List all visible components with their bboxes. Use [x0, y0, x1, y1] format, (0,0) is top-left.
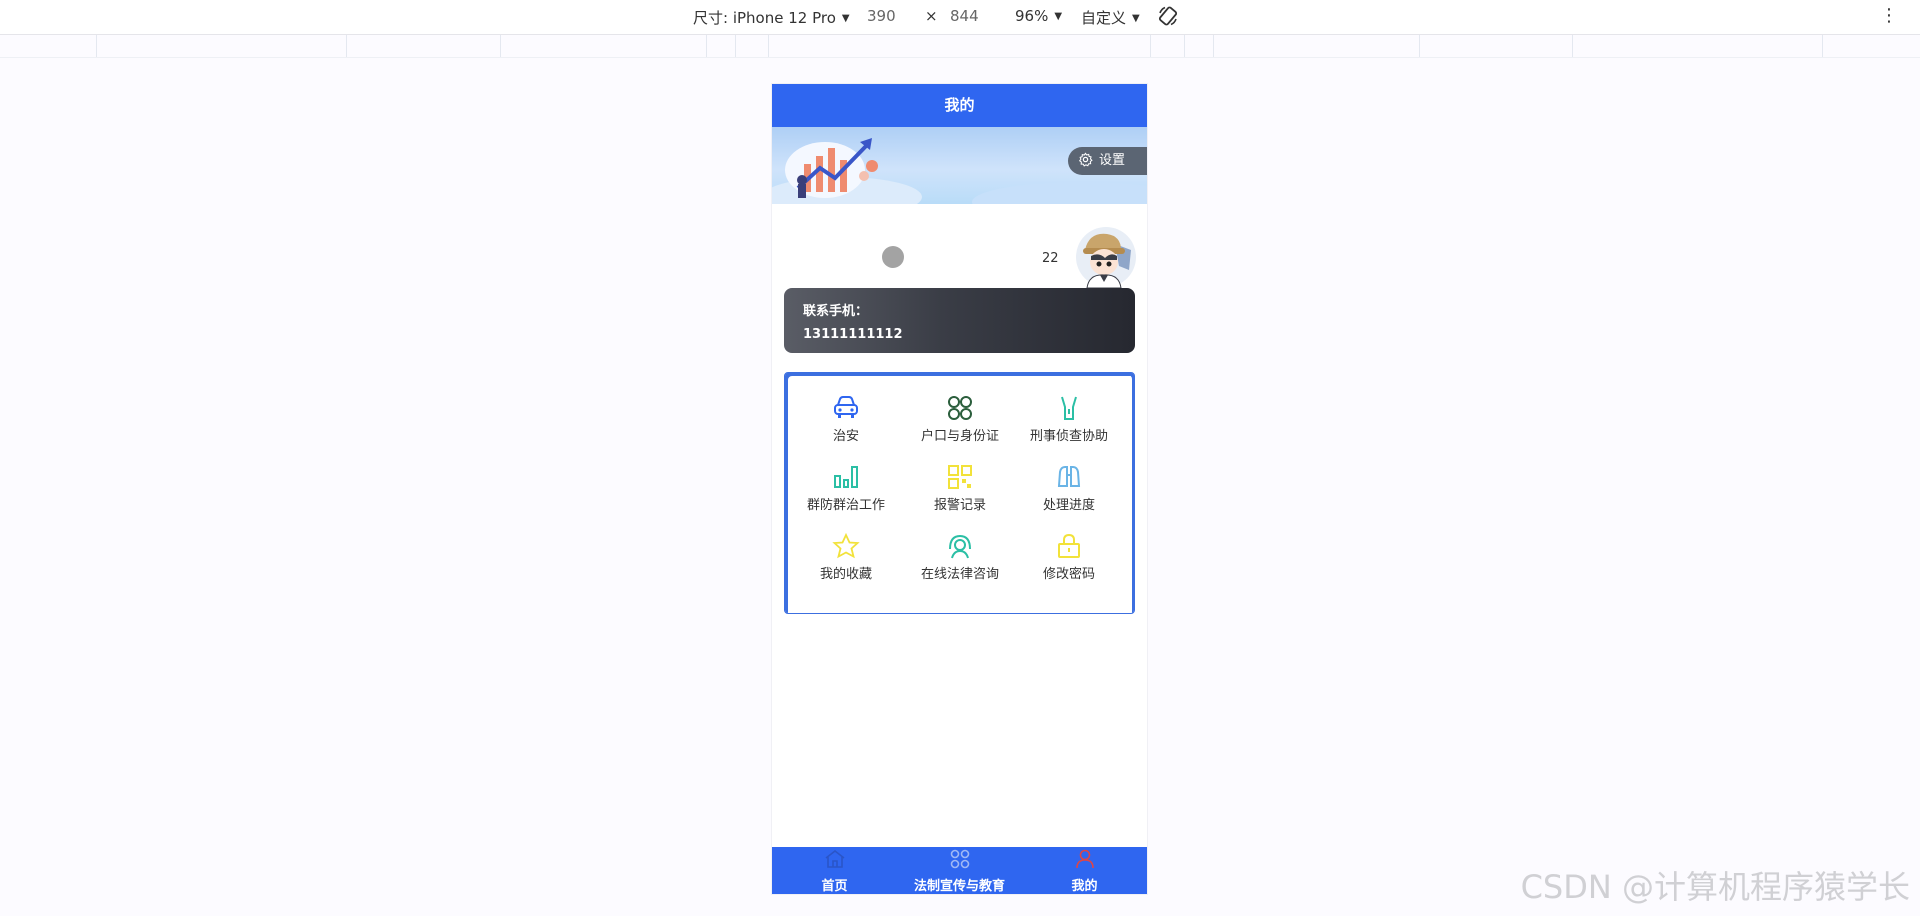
settings-button[interactable]: 设置	[1068, 147, 1147, 175]
service-grid: 治安 户口与身份证 刑事侦查协助 群防群治工作 报警记录 处理进度 我的收藏 在…	[784, 372, 1135, 614]
tab-label: 法制宣传与教育	[913, 879, 1005, 894]
device-dimensions-select[interactable]: 尺寸: iPhone 12 Pro ▼	[693, 7, 850, 28]
width-input[interactable]: 390	[867, 7, 896, 25]
tab-legal-education[interactable]: 法制宣传与教育	[897, 849, 1022, 894]
grid-item-alarm-records[interactable]: 报警记录	[905, 464, 1015, 524]
command-icon	[950, 849, 969, 869]
throttle-select[interactable]: 自定义 ▼	[1081, 7, 1140, 28]
grid-item-change-password[interactable]: 修改密码	[1014, 533, 1124, 593]
grid-item-community-watch[interactable]: 群防群治工作	[791, 464, 901, 524]
gender-indicator	[882, 246, 904, 268]
flashlight-icon	[1061, 396, 1077, 420]
grid-item-label: 我的收藏	[819, 567, 872, 582]
grid-item-favorites[interactable]: 我的收藏	[791, 533, 901, 593]
headset-icon	[949, 534, 971, 559]
more-menu-icon[interactable]: ⋮	[1880, 5, 1898, 26]
four-circles-icon	[948, 396, 972, 420]
tab-mine[interactable]: 我的	[1022, 849, 1147, 894]
grid-item-label: 在线法律咨询	[920, 567, 999, 582]
chevron-down-icon: ▼	[1132, 13, 1140, 24]
chevron-down-icon: ▼	[841, 13, 850, 24]
grid-item-label: 刑事侦查协助	[1029, 429, 1108, 444]
grid-item-progress[interactable]: 处理进度	[1014, 464, 1124, 524]
grid-item-label: 群防群治工作	[806, 498, 885, 513]
throttle-label: 自定义	[1081, 9, 1127, 27]
tab-label: 我的	[1071, 879, 1098, 894]
zoom-select[interactable]: 96% ▼	[1015, 7, 1062, 25]
grid-item-household-id[interactable]: 户口与身份证	[905, 395, 1015, 455]
phone-viewport: 我的 设置 22 联系手机： 13111111112 治安 户口与身份证 刑事侦…	[772, 84, 1147, 894]
grid-item-label: 治安	[832, 429, 859, 444]
age-value: 22	[1042, 251, 1059, 266]
device-dimensions-label: 尺寸: iPhone 12 Pro	[693, 9, 836, 27]
growth-chart-illustration	[785, 138, 878, 198]
profile-section: 22 联系手机： 13111111112	[772, 204, 1147, 374]
profile-banner: 设置	[772, 127, 1147, 204]
chevron-down-icon: ▼	[1054, 11, 1063, 22]
contact-card: 联系手机： 13111111112	[784, 288, 1135, 353]
gear-icon	[1078, 152, 1093, 167]
bottom-tab-bar: 首页 法制宣传与教育 我的	[772, 847, 1147, 894]
grid-item-legal-consultation[interactable]: 在线法律咨询	[905, 533, 1015, 593]
police-car-icon	[834, 396, 858, 418]
grid-item-label: 户口与身份证	[920, 429, 999, 444]
lock-icon	[1058, 533, 1080, 558]
grid-item-label: 报警记录	[933, 498, 986, 513]
grid-item-label: 处理进度	[1042, 498, 1095, 513]
page-title: 我的	[772, 84, 1147, 127]
home-icon	[825, 849, 844, 868]
contact-phone: 13111111112	[803, 327, 903, 342]
star-icon	[832, 533, 860, 559]
binoculars-icon	[1057, 466, 1081, 487]
avatar[interactable]	[1075, 226, 1137, 288]
grid-item-label: 修改密码	[1042, 567, 1095, 582]
qr-grid-icon	[948, 465, 972, 489]
grid-item-criminal-investigation[interactable]: 刑事侦查协助	[1014, 395, 1124, 455]
bar-chart-icon	[834, 466, 858, 488]
settings-label: 设置	[1099, 153, 1126, 168]
rotate-icon[interactable]	[1157, 5, 1179, 27]
zoom-label: 96%	[1015, 7, 1049, 25]
height-input[interactable]: 844	[950, 7, 979, 25]
devtools-device-toolbar: 尺寸: iPhone 12 Pro ▼ 390 × 844 96% ▼ 自定义 ▼ ⋮	[0, 0, 1920, 35]
watermark: CSDN @计算机程序猿学长	[1520, 868, 1910, 906]
user-icon	[1075, 849, 1094, 869]
tab-label: 首页	[821, 879, 848, 894]
tab-home[interactable]: 首页	[772, 849, 897, 894]
times-sign: ×	[925, 7, 938, 25]
contact-label: 联系手机：	[803, 304, 869, 319]
grid-item-public-security[interactable]: 治安	[791, 395, 901, 455]
media-query-ruler	[0, 35, 1920, 58]
